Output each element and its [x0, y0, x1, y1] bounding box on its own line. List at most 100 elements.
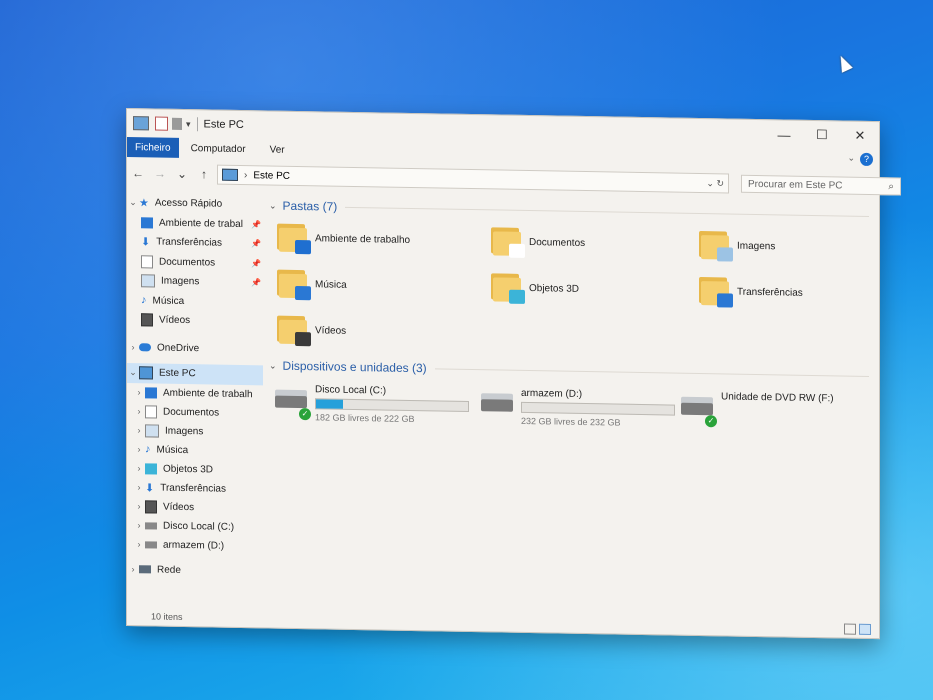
group-divider — [345, 206, 869, 217]
back-button[interactable]: ← — [127, 166, 149, 180]
sidebar-item-music[interactable]: ♪ Música — [127, 291, 263, 313]
folder-label: Documentos — [529, 236, 586, 249]
properties-icon[interactable] — [155, 116, 168, 131]
sidebar-item-pictures[interactable]: Imagens 📌 — [127, 271, 263, 293]
sidebar-item-label: Imagens — [165, 425, 204, 437]
sidebar-item-desktop[interactable]: Ambiente de trabal 📌 — [127, 213, 263, 235]
chevron-right-icon[interactable]: › — [133, 539, 145, 549]
videos-icon — [145, 499, 157, 514]
chevron-right-icon[interactable]: › — [133, 463, 145, 473]
chevron-right-icon[interactable]: › — [133, 387, 145, 397]
folder-item[interactable]: Transferências — [697, 275, 897, 310]
sidebar-item-label: Vídeos — [159, 314, 191, 327]
chevron-right-icon[interactable]: › — [133, 406, 145, 416]
file-explorer-window: ▾ Este PC — ☐ ✕ Ficheiro Computador Ver … — [126, 108, 901, 640]
details-view-icon[interactable] — [844, 623, 856, 635]
sidebar-item-network[interactable]: › Rede — [127, 560, 263, 582]
drives-group-header[interactable]: ⌄ Dispositivos e unidades (3) — [269, 355, 869, 385]
view-switcher — [844, 623, 871, 635]
address-bar[interactable]: › Este PC ⌄ ↻ — [217, 164, 729, 194]
large-icons-view-icon[interactable] — [859, 623, 871, 635]
chevron-right-icon[interactable]: › — [133, 520, 145, 530]
sidebar-item-videos[interactable]: › Vídeos — [127, 497, 263, 518]
breadcrumb-chevron-icon[interactable]: › — [244, 170, 247, 181]
drive-item[interactable]: ✓ Disco Local (C:) 182 GB livres de 222 GB — [275, 384, 481, 428]
item-count: 10 itens — [151, 611, 183, 622]
drive-usage-bar — [521, 401, 675, 416]
network-icon — [139, 565, 151, 574]
chevron-right-icon[interactable]: › — [133, 425, 145, 435]
chevron-right-icon[interactable]: › — [133, 444, 145, 454]
folder-item[interactable]: Ambiente de trabalho — [275, 222, 489, 258]
group-title: Pastas (7) — [282, 198, 338, 214]
folder-item[interactable]: Documentos — [489, 225, 697, 261]
chevron-right-icon[interactable]: › — [133, 482, 145, 492]
sidebar-item-onedrive[interactable]: › OneDrive — [127, 338, 263, 360]
chevron-right-icon[interactable]: › — [133, 501, 145, 511]
breadcrumb-this-pc[interactable]: Este PC — [253, 170, 290, 182]
sidebar-item-quick-access[interactable]: ⌄ ★ Acesso Rápido — [127, 193, 263, 215]
pin-icon: 📌 — [251, 239, 261, 249]
folder-item[interactable]: Objetos 3D — [489, 271, 697, 307]
sidebar-item-this-pc[interactable]: ⌄ Este PC — [127, 363, 263, 385]
sidebar-item-label: Objetos 3D — [163, 463, 214, 476]
sidebar-item-3d-objects[interactable]: › Objetos 3D — [127, 459, 263, 480]
search-placeholder: Procurar em Este PC — [748, 178, 843, 192]
refresh-icon[interactable]: ⌄ ↻ — [706, 178, 724, 189]
sidebar-item-documents[interactable]: Documentos 📌 — [127, 252, 263, 274]
folder-label: Música — [315, 278, 347, 291]
folder-label: Transferências — [737, 286, 803, 299]
maximize-button[interactable]: ☐ — [803, 121, 841, 150]
folder-icon — [697, 275, 733, 308]
music-icon: ♪ — [141, 294, 147, 307]
pictures-icon — [141, 274, 155, 288]
new-folder-icon[interactable] — [172, 117, 182, 130]
pictures-icon — [145, 423, 159, 438]
chevron-right-icon[interactable]: › — [127, 342, 139, 352]
sidebar-item-pictures[interactable]: › Imagens — [127, 421, 263, 442]
sidebar-item-downloads[interactable]: › ⬇ Transferências — [127, 478, 263, 499]
chevron-down-icon[interactable]: ⌄ — [269, 360, 277, 371]
chevron-down-icon[interactable]: ⌄ — [127, 367, 139, 378]
tab-computer[interactable]: Computador — [179, 138, 258, 159]
sidebar-item-documents[interactable]: › Documentos — [127, 402, 263, 423]
drives-grid: ✓ Disco Local (C:) 182 GB livres de 222 GB… — [275, 384, 869, 434]
drive-free-space: 182 GB livres de 222 GB — [315, 412, 415, 425]
chevron-right-icon[interactable]: › — [127, 564, 139, 574]
minimize-button[interactable]: — — [765, 120, 803, 149]
sidebar-item-label: Ambiente de trabal — [159, 217, 243, 230]
drive-item[interactable]: ✓ Unidade de DVD RW (F:) — [681, 391, 891, 435]
sidebar-item-downloads[interactable]: ⬇ Transferências 📌 — [127, 232, 263, 254]
drive-item[interactable]: armazem (D:) 232 GB livres de 232 GB — [481, 387, 681, 430]
expand-ribbon-icon[interactable]: ⌄ — [847, 153, 855, 164]
folder-item[interactable]: Imagens — [697, 229, 897, 264]
sidebar-item-label: Rede — [157, 564, 181, 576]
folder-label: Ambiente de trabalho — [315, 232, 411, 246]
sidebar-item-local-disk-c[interactable]: › Disco Local (C:) — [127, 516, 263, 537]
sidebar-item-armazem-d[interactable]: › armazem (D:) — [127, 535, 263, 556]
sidebar-item-music[interactable]: › ♪ Música — [127, 440, 263, 461]
recent-locations-button[interactable]: ⌄ — [171, 167, 193, 181]
sidebar-item-desktop[interactable]: › Ambiente de trabalh — [127, 383, 263, 404]
group-divider — [434, 367, 869, 377]
folders-group-header[interactable]: ⌄ Pastas (7) — [269, 195, 869, 225]
chevron-down-icon[interactable]: ⌄ — [127, 197, 139, 208]
close-button[interactable]: ✕ — [841, 121, 879, 150]
chevron-down-icon[interactable]: ⌄ — [269, 200, 277, 211]
drive-icon — [145, 521, 157, 530]
forward-button[interactable]: → — [149, 166, 171, 180]
tab-view[interactable]: Ver — [258, 139, 297, 160]
folder-icon — [489, 271, 525, 304]
search-input[interactable]: Procurar em Este PC ⌕ — [741, 174, 901, 196]
desktop-icon — [141, 217, 153, 229]
folder-item[interactable]: Vídeos — [275, 314, 489, 350]
tab-file[interactable]: Ficheiro — [127, 137, 179, 158]
customize-toolbar-icon[interactable]: ▾ — [186, 119, 191, 130]
help-icon[interactable]: ? — [860, 152, 873, 167]
sidebar-item-label: OneDrive — [157, 342, 200, 355]
up-button[interactable]: ↑ — [193, 167, 215, 181]
search-icon[interactable]: ⌕ — [888, 181, 894, 192]
sidebar-item-videos[interactable]: Vídeos — [127, 310, 263, 332]
drive-icon: ✓ — [681, 396, 717, 428]
folder-item[interactable]: Música — [275, 268, 489, 304]
